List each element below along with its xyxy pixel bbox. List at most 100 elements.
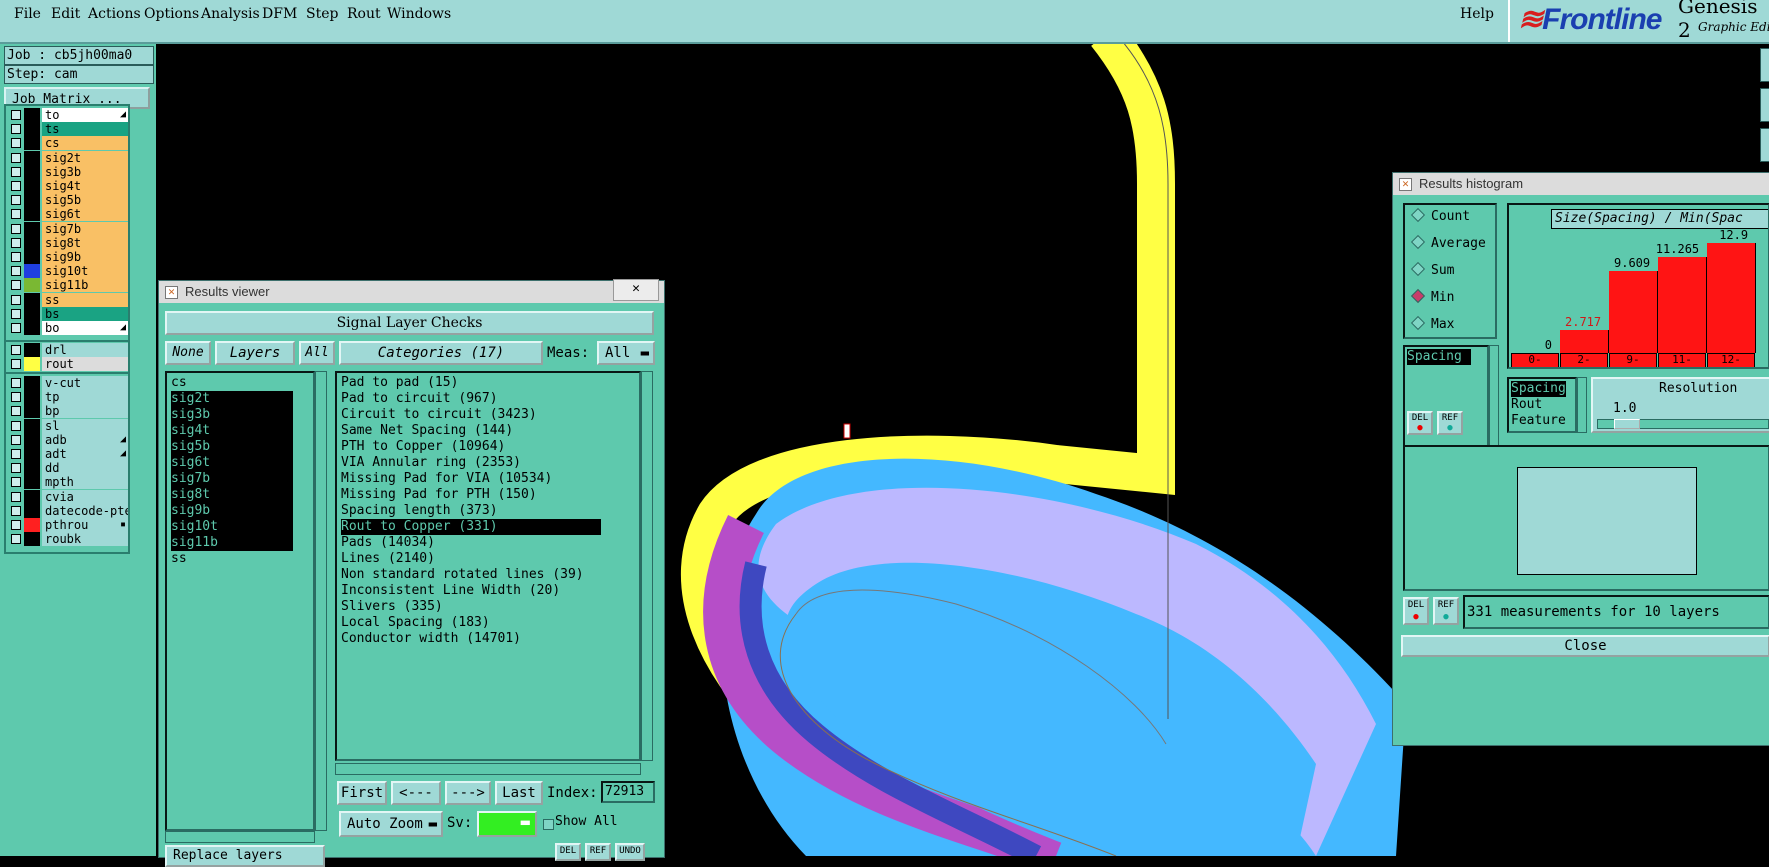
layer-color-swatch[interactable] bbox=[24, 461, 40, 476]
mode-sum[interactable]: Sum bbox=[1410, 261, 1454, 278]
layer-row-rout[interactable]: rout bbox=[8, 357, 128, 372]
signal-layer-checks-header[interactable]: Signal Layer Checks bbox=[165, 311, 654, 335]
attr-rout[interactable]: Rout bbox=[1511, 397, 1542, 413]
layer-checkbox[interactable] bbox=[11, 463, 21, 474]
results-viewer-titlebar[interactable]: ✕ Results viewer bbox=[159, 281, 664, 303]
layer-row-cvia[interactable]: cvia bbox=[8, 489, 128, 504]
layer-checkbox[interactable] bbox=[11, 434, 21, 445]
layer-color-swatch[interactable] bbox=[24, 250, 40, 264]
menu-analysis[interactable]: Analysis bbox=[201, 6, 260, 22]
all-button[interactable]: All bbox=[299, 341, 335, 365]
layer-row-bo[interactable]: bo ◢ bbox=[8, 321, 128, 335]
side-button[interactable] bbox=[1760, 128, 1769, 162]
category-list-hscrollbar[interactable] bbox=[335, 763, 641, 775]
category-item[interactable]: Pad to circuit (967) bbox=[341, 391, 498, 407]
layer-list-item[interactable]: ss bbox=[171, 551, 293, 567]
layer-row-sl[interactable]: sl bbox=[8, 418, 128, 433]
layer-color-swatch[interactable] bbox=[24, 503, 40, 518]
layer-color-swatch[interactable] bbox=[24, 343, 40, 357]
layer-list-hscrollbar[interactable] bbox=[165, 831, 315, 843]
layer-color-swatch[interactable] bbox=[24, 489, 40, 504]
layer-color-swatch[interactable] bbox=[24, 447, 40, 461]
layer-row-tp[interactable]: tp bbox=[8, 390, 128, 405]
category-item[interactable]: VIA Annular ring (2353) bbox=[341, 455, 521, 471]
layer-list-item[interactable]: sig6t bbox=[171, 455, 293, 471]
layer-checkbox[interactable] bbox=[11, 138, 21, 149]
histogram-bar[interactable] bbox=[1560, 329, 1609, 353]
layer-name[interactable]: bp bbox=[42, 404, 128, 419]
menu-edit[interactable]: Edit bbox=[51, 6, 80, 22]
menu-rout[interactable]: Rout bbox=[347, 6, 381, 22]
layer-row-ts[interactable]: ts bbox=[8, 122, 128, 137]
layer-name[interactable]: drl bbox=[42, 343, 128, 357]
layer-row-sig11b[interactable]: sig11b bbox=[8, 278, 128, 293]
category-item[interactable]: Circuit to circuit (3423) bbox=[341, 407, 537, 423]
layer-row-drl[interactable]: drl bbox=[8, 343, 128, 357]
layer-checkbox[interactable] bbox=[11, 359, 21, 370]
layer-name[interactable]: sig6t bbox=[42, 207, 128, 222]
layer-name[interactable]: roubk bbox=[42, 532, 128, 547]
resolution-slider[interactable] bbox=[1597, 419, 1769, 429]
layer-color-swatch[interactable] bbox=[24, 207, 40, 222]
categories-button[interactable]: Categories (17) bbox=[339, 341, 543, 365]
layer-color-swatch[interactable] bbox=[24, 376, 40, 390]
layer-list-scrollbar[interactable] bbox=[315, 371, 327, 831]
category-item[interactable]: Slivers (335) bbox=[341, 599, 443, 615]
layer-list-item[interactable]: sig4t bbox=[171, 423, 293, 439]
layer-list-item[interactable]: sig8t bbox=[171, 487, 293, 503]
meas-dropdown[interactable]: All ▬ bbox=[597, 341, 655, 365]
layer-checkbox[interactable] bbox=[11, 166, 21, 177]
layer-row-sig3b[interactable]: sig3b bbox=[8, 164, 128, 179]
layer-name[interactable]: cs bbox=[42, 136, 128, 151]
ref-button[interactable]: REF bbox=[585, 843, 611, 861]
histogram-titlebar[interactable]: ✕ Results histogram bbox=[1393, 173, 1769, 195]
layer-name[interactable]: tp bbox=[42, 390, 128, 405]
category-item[interactable]: Pad to pad (15) bbox=[341, 375, 458, 391]
layer-row-sig10t[interactable]: sig10t bbox=[8, 264, 128, 279]
layer-color-swatch[interactable] bbox=[24, 235, 40, 250]
category-item[interactable]: PTH to Copper (10964) bbox=[341, 439, 505, 455]
layer-color-swatch[interactable] bbox=[24, 221, 40, 236]
layer-color-swatch[interactable] bbox=[24, 264, 40, 279]
bin-label[interactable]: 9-10 bbox=[1609, 353, 1657, 367]
layer-color-swatch[interactable] bbox=[24, 404, 40, 419]
attr-spacing[interactable]: Spacing bbox=[1511, 381, 1566, 397]
layer-name[interactable]: sig7b bbox=[42, 221, 128, 236]
layer-name[interactable]: sig10t bbox=[42, 264, 128, 279]
attribute-axis-scrollbar[interactable] bbox=[1577, 377, 1587, 433]
layer-checkbox[interactable] bbox=[11, 266, 21, 277]
layer-checkbox[interactable] bbox=[11, 237, 21, 248]
layer-color-swatch[interactable] bbox=[24, 193, 40, 208]
category-item[interactable]: Spacing length (373) bbox=[341, 503, 498, 519]
layer-checkbox[interactable] bbox=[11, 181, 21, 191]
category-item[interactable]: Local Spacing (183) bbox=[341, 615, 490, 631]
index-input[interactable]: 72913 bbox=[601, 781, 655, 803]
layer-color-swatch[interactable] bbox=[24, 122, 40, 137]
layer-color-swatch[interactable] bbox=[24, 518, 40, 532]
layer-checkbox[interactable] bbox=[11, 252, 21, 262]
layer-list-item[interactable]: sig5b bbox=[171, 439, 293, 455]
mode-max[interactable]: Max bbox=[1410, 315, 1454, 332]
auto-zoom-dropdown[interactable]: Auto Zoom ▬ bbox=[339, 811, 443, 837]
layer-checkbox[interactable] bbox=[11, 223, 21, 234]
category-item[interactable]: Conductor width (14701) bbox=[341, 631, 521, 647]
layer-checkbox[interactable] bbox=[11, 491, 21, 502]
layer-row-sig5b[interactable]: sig5b bbox=[8, 193, 128, 208]
first-button[interactable]: First bbox=[337, 781, 387, 805]
layer-color-swatch[interactable] bbox=[24, 532, 40, 547]
layer-name[interactable]: datecode-pte bbox=[42, 503, 128, 518]
layer-checkbox[interactable] bbox=[11, 124, 21, 135]
layer-color-swatch[interactable] bbox=[24, 418, 40, 433]
del-button[interactable]: DEL ● bbox=[1403, 597, 1429, 625]
category-item[interactable]: Rout to Copper (331) bbox=[341, 519, 601, 535]
menu-dfm[interactable]: DFM bbox=[262, 6, 297, 22]
layer-row-ss[interactable]: ss bbox=[8, 292, 128, 307]
close-button[interactable]: Close bbox=[1401, 635, 1769, 657]
layer-name[interactable]: rout bbox=[42, 357, 128, 372]
layer-row-roubk[interactable]: roubk bbox=[8, 532, 128, 547]
del-button[interactable]: DEL bbox=[555, 843, 581, 861]
category-item[interactable]: Missing Pad for PTH (150) bbox=[341, 487, 537, 503]
mode-min[interactable]: Min bbox=[1410, 288, 1454, 305]
bin-label[interactable]: 11-12 bbox=[1658, 353, 1706, 367]
layer-row-sig8t[interactable]: sig8t bbox=[8, 235, 128, 250]
